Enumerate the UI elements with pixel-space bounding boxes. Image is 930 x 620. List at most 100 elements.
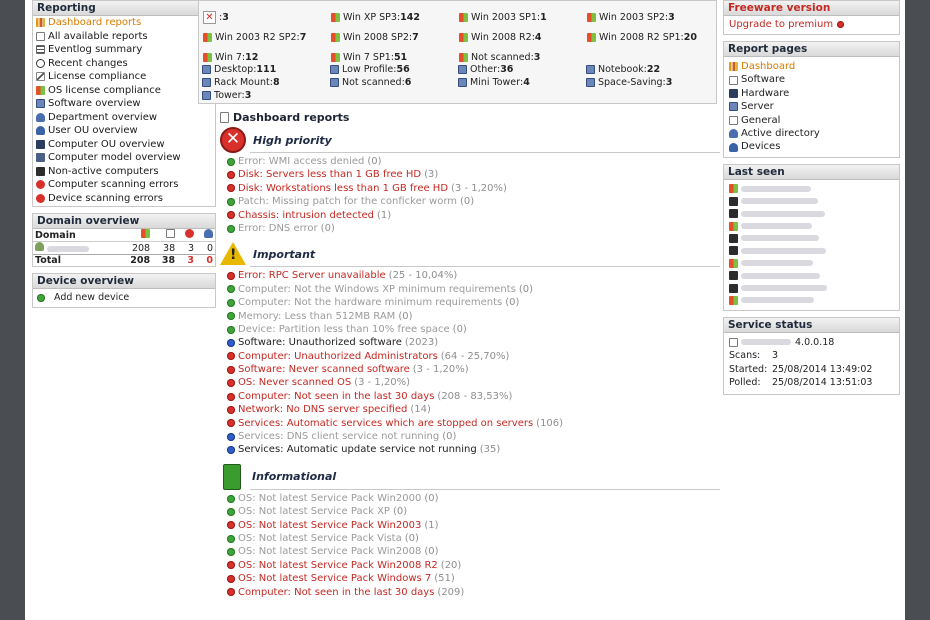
computer-name-blurred	[741, 210, 825, 217]
reporting-link[interactable]: Eventlog summary	[36, 43, 215, 57]
report-item[interactable]: Computer: Not the hardware minimum requi…	[227, 296, 720, 309]
report-item[interactable]: OS: Not latest Service Pack Vista (0)	[227, 532, 720, 545]
report-item[interactable]: Error: WMI access denied (0)	[227, 155, 720, 168]
os-row: Win 2003 R2 SP2 : 7 Win 2008 SP2 : 7 Win 2…	[203, 27, 715, 47]
device-type-count[interactable]: Desktop : 111	[202, 64, 330, 75]
os-count[interactable]: Win 2003 SP2 : 3	[587, 12, 715, 23]
os-count[interactable]: Win 2008 R2 SP1 : 20	[587, 32, 715, 43]
reporting-link[interactable]: Computer OU overview	[36, 138, 215, 152]
domain-name-blurred[interactable]	[33, 242, 117, 255]
computer-icon	[729, 196, 738, 206]
last-seen-item[interactable]	[729, 269, 899, 281]
device-type-count[interactable]: Low Profile : 56	[330, 64, 458, 75]
os-name: Win 2003 SP1	[471, 11, 537, 23]
report-item-label: OS: Not latest Service Pack Win2000	[238, 492, 422, 504]
reporting-link[interactable]: Computer model overview	[36, 151, 215, 165]
report-item[interactable]: Computer: Not seen in the last 30 days (2…	[227, 390, 720, 403]
report-page-link[interactable]: Server	[729, 100, 899, 113]
os-count[interactable]: Win 2008 SP2 : 7	[331, 32, 459, 43]
informational-header: Informational	[220, 462, 720, 492]
table-row[interactable]: 208 38 3 0	[33, 242, 215, 255]
last-seen-item[interactable]	[729, 294, 899, 306]
report-item[interactable]: Computer: Unauthorized Administrators (64…	[227, 350, 720, 363]
domain-overview-header: Domain overview	[33, 214, 215, 229]
report-item[interactable]: Disk: Workstations less than 1 GB free H…	[227, 182, 720, 195]
device-type-count[interactable]: Rack Mount : 8	[202, 77, 330, 88]
reporting-link[interactable]: Department overview	[36, 111, 215, 125]
reporting-link[interactable]: License compliance	[36, 70, 215, 84]
os-count[interactable]: Win 2008 R2 : 4	[459, 32, 587, 43]
report-item-count: (20)	[440, 559, 462, 571]
reporting-link[interactable]: Non-active computers	[36, 165, 215, 179]
last-seen-item[interactable]	[729, 245, 899, 257]
report-item[interactable]: OS: Never scanned OS (3 - 1,20%)	[227, 376, 720, 389]
report-page-link[interactable]: Hardware	[729, 87, 899, 100]
report-item[interactable]: Memory: Less than 512MB RAM (0)	[227, 310, 720, 323]
os-name: Win 2008 R2 SP1	[599, 31, 681, 43]
reporting-link[interactable]: Software overview	[36, 97, 215, 111]
last-seen-item[interactable]	[729, 232, 899, 244]
os-count[interactable]: Not scanned : 3	[459, 52, 587, 63]
report-item[interactable]: Chassis: intrusion detected (1)	[227, 209, 720, 222]
report-page-link[interactable]: Devices	[729, 140, 899, 153]
last-seen-item[interactable]	[729, 257, 899, 269]
report-item[interactable]: Computer: Not seen in the last 30 days (2…	[227, 586, 720, 599]
report-item-count: (51)	[434, 573, 455, 585]
upgrade-premium-link[interactable]: Upgrade to premium	[724, 16, 899, 34]
device-type-count[interactable]: Other : 36	[458, 64, 586, 75]
last-seen-item[interactable]	[729, 195, 899, 207]
report-item[interactable]: OS: Not latest Service Pack Win2003 (1)	[227, 519, 720, 532]
reporting-link[interactable]: Computer scanning errors	[36, 178, 215, 192]
os-value: 4	[534, 31, 542, 43]
device-type-count[interactable]: Notebook : 22	[586, 64, 714, 75]
os-count[interactable]: Win 7 : 12	[203, 52, 331, 63]
os-count[interactable]: ✕: 3	[203, 10, 331, 24]
os-count[interactable]: Win XP SP3 : 142	[331, 12, 459, 23]
report-page-link[interactable]: Dashboard	[729, 60, 899, 73]
reporting-link[interactable]: All available reports	[36, 30, 215, 44]
reporting-link[interactable]: User OU overview	[36, 124, 215, 138]
report-item[interactable]: OS: Not latest Service Pack Win2008 (0)	[227, 545, 720, 558]
report-item[interactable]: Patch: Missing patch for the conficker w…	[227, 195, 720, 208]
last-seen-item[interactable]	[729, 282, 899, 294]
os-count[interactable]: Win 2003 R2 SP2 : 7	[203, 32, 331, 43]
report-page-link[interactable]: Software	[729, 73, 899, 86]
report-item[interactable]: Services: Automatic services which are s…	[227, 417, 720, 430]
report-item[interactable]: Error: DNS error (0)	[227, 222, 720, 235]
report-item-label: Computer: Not the hardware minimum requi…	[238, 297, 503, 309]
report-item[interactable]: Services: Automatic update service not r…	[227, 443, 720, 456]
device-type-count[interactable]: Tower : 3	[202, 90, 330, 101]
report-item[interactable]: OS: Not latest Service Pack Win2008 R2 (2…	[227, 559, 720, 572]
high-priority-title: High priority	[253, 133, 332, 147]
report-item[interactable]: OS: Not latest Service Pack Windows 7 (51…	[227, 572, 720, 585]
report-item-count: (25 - 10,04%)	[388, 270, 458, 282]
add-new-device-link[interactable]: Add new device	[33, 289, 215, 307]
reporting-link[interactable]: OS license compliance	[36, 84, 215, 98]
general-icon	[729, 115, 738, 125]
report-item[interactable]: Software: Never scanned software (3 - 1,2…	[227, 363, 720, 376]
device-type-count[interactable]: Mini Tower : 4	[458, 77, 586, 88]
reporting-link[interactable]: Device scanning errors	[36, 192, 215, 206]
report-page-link[interactable]: Active directory	[729, 127, 899, 140]
os-count[interactable]: Win 2003 SP1 : 1	[459, 12, 587, 23]
last-seen-item[interactable]	[729, 183, 899, 195]
device-type-count[interactable]: Space-Saving : 3	[586, 77, 714, 88]
report-page-link[interactable]: General	[729, 114, 899, 127]
report-item[interactable]: Disk: Servers less than 1 GB free HD (3)	[227, 168, 720, 181]
report-item[interactable]: Network: No DNS server specified (14)	[227, 403, 720, 416]
report-item[interactable]: Device: Partition less than 10% free spa…	[227, 323, 720, 336]
report-item[interactable]: Computer: Not the Windows XP minimum req…	[227, 283, 720, 296]
os-count[interactable]: Win 7 SP1 : 51	[331, 52, 459, 63]
report-item[interactable]: Services: DNS client service not running…	[227, 430, 720, 443]
last-seen-item[interactable]	[729, 220, 899, 232]
report-item[interactable]: Error: RPC Server unavailable (25 - 10,04…	[227, 269, 720, 282]
last-seen-item[interactable]	[729, 208, 899, 220]
report-item[interactable]: OS: Not latest Service Pack XP (0)	[227, 505, 720, 518]
high-priority-section: ✕ High priority Error: WMI access denied…	[220, 125, 720, 235]
reporting-link[interactable]: Recent changes	[36, 57, 215, 71]
device-icon	[586, 65, 595, 74]
device-type-count[interactable]: Not scanned : 6	[330, 77, 458, 88]
reporting-link[interactable]: Dashboard reports	[36, 16, 215, 30]
report-item[interactable]: Software: Unauthorized software (2023)	[227, 336, 720, 349]
report-item[interactable]: OS: Not latest Service Pack Win2000 (0)	[227, 492, 720, 505]
